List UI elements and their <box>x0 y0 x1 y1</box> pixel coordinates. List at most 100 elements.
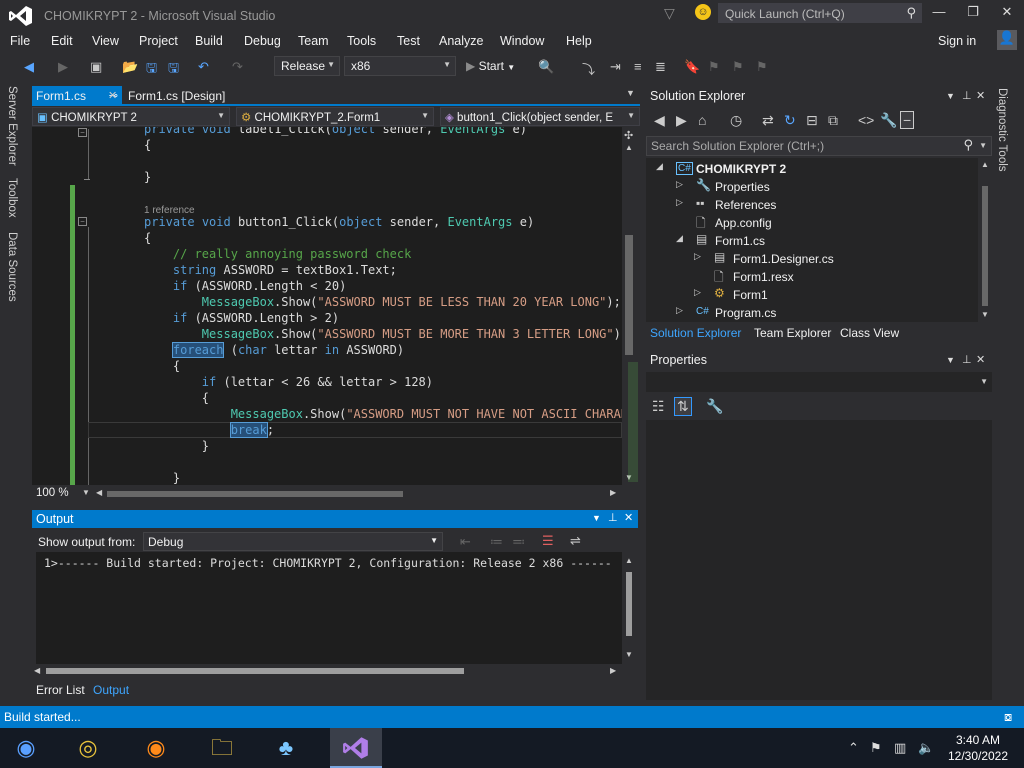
user-avatar-icon[interactable]: 👤 <box>997 30 1017 50</box>
next-bookmark-icon[interactable]: ⚑ <box>732 59 744 75</box>
tree-project-node[interactable]: ◢ C# CHOMIKRYPT 2 <box>646 160 976 178</box>
menu-team[interactable]: Team <box>298 34 329 48</box>
project-dropdown[interactable]: ▣ CHOMIKRYPT 2 ▼ <box>32 107 230 126</box>
output-source-dropdown[interactable]: Debug ▼ <box>143 532 443 551</box>
tab-solution-explorer[interactable]: Solution Explorer <box>650 326 741 340</box>
collapse-icon[interactable]: − <box>78 217 87 226</box>
open-file-icon[interactable]: 📂 <box>122 59 138 75</box>
tray-overflow-icon[interactable]: ⌃ <box>848 740 859 756</box>
back-icon[interactable]: ◀ <box>24 59 34 75</box>
toolbox-tab[interactable]: Toolbox <box>6 178 18 218</box>
prev-bookmark-icon[interactable]: ⚑ <box>708 59 720 75</box>
scroll-left-icon[interactable]: ◀ <box>96 488 102 497</box>
window-position-icon[interactable]: ▼ <box>946 91 955 101</box>
menu-test[interactable]: Test <box>397 34 420 48</box>
view-code-icon[interactable]: <> <box>858 112 874 128</box>
window-position-icon[interactable]: ▼ <box>592 513 601 523</box>
action-center-flag-icon[interactable]: ⚑ <box>870 740 882 756</box>
firefox-icon[interactable]: ◉ <box>138 732 174 764</box>
menu-view[interactable]: View <box>92 34 119 48</box>
scroll-down-icon[interactable]: ▼ <box>625 650 633 659</box>
back-icon[interactable]: ◀ <box>654 112 665 129</box>
save-all-icon[interactable]: 🖫 <box>168 59 179 81</box>
collapsed-icon[interactable]: ▷ <box>676 197 683 208</box>
find-in-files-icon[interactable]: 🔍 <box>538 59 554 75</box>
tree-item[interactable]: ▷ ⚙ Form1 <box>646 286 976 304</box>
menu-window[interactable]: Window <box>500 34 544 48</box>
close-icon[interactable]: ✕ <box>976 89 985 102</box>
tree-item[interactable]: 🗋 Form1.resx <box>646 268 976 286</box>
close-icon[interactable]: ✕ <box>624 511 633 524</box>
menu-help[interactable]: Help <box>566 34 592 48</box>
system-clock[interactable]: 3:40 AM 12/30/2022 <box>940 732 1016 764</box>
network-icon[interactable]: ▥ <box>894 740 906 756</box>
collapsed-icon[interactable]: ▷ <box>694 287 701 298</box>
network-app-icon[interactable]: ♣ <box>268 732 304 764</box>
pin-icon[interactable]: ⊥ <box>962 353 972 366</box>
redo-icon[interactable]: ↷ <box>232 59 243 75</box>
tree-item[interactable]: ◢ ▤ Form1.cs <box>646 232 976 250</box>
menu-edit[interactable]: Edit <box>51 34 73 48</box>
zoom-level[interactable]: 100 % <box>36 487 69 499</box>
forward-icon[interactable]: ▶ <box>676 112 687 129</box>
platform-dropdown[interactable]: x86 ▼ <box>344 56 456 76</box>
scroll-left-icon[interactable]: ◀ <box>34 666 40 675</box>
solution-search-box[interactable]: Search Solution Explorer (Ctrl+;) ⚲ ▼ <box>646 136 992 156</box>
expanded-icon[interactable]: ◢ <box>676 233 683 244</box>
output-vertical-scrollbar[interactable]: ▲ ▼ <box>622 552 636 664</box>
clear-all-icon[interactable]: ☰ <box>542 533 554 549</box>
scroll-thumb[interactable] <box>46 668 464 674</box>
start-windows-icon[interactable]: ◉ <box>8 732 44 764</box>
chrome-icon[interactable]: ◎ <box>70 732 106 764</box>
home-icon[interactable]: ⌂ <box>698 112 706 128</box>
sync-icon[interactable]: ⇄ <box>762 112 774 129</box>
class-dropdown[interactable]: ⚙ CHOMIKRYPT_2.Form1 ▼ <box>236 107 434 126</box>
close-icon[interactable]: ✕ <box>996 4 1018 22</box>
scroll-thumb[interactable] <box>982 186 988 306</box>
tab-error-list[interactable]: Error List <box>36 683 85 697</box>
close-tab-icon[interactable]: ✕ <box>108 89 117 102</box>
next-message-icon[interactable]: ≕ <box>512 534 525 550</box>
start-button[interactable]: ▶ Start ▼ <box>466 59 515 73</box>
quick-launch-box[interactable]: Quick Launch (Ctrl+Q) ⚲ <box>718 3 922 23</box>
notifications-icon[interactable]: ⧇ <box>1004 709 1012 725</box>
pin-icon[interactable]: ⊥ <box>962 89 972 102</box>
menu-file[interactable]: File <box>10 34 30 48</box>
chevron-down-icon[interactable]: ▼ <box>979 141 987 150</box>
show-all-files-icon[interactable]: ⧉ <box>828 112 838 129</box>
new-project-icon[interactable]: ▣ <box>90 59 102 75</box>
undo-icon[interactable]: ↶ <box>198 59 209 75</box>
alphabetical-icon[interactable]: ⇅ <box>674 397 692 416</box>
minimize-icon[interactable]: — <box>928 4 950 22</box>
tree-item[interactable]: ▷ ▪▪ References <box>646 196 976 214</box>
scroll-up-icon[interactable]: ▲ <box>625 556 633 565</box>
prev-message-icon[interactable]: ≔ <box>490 534 503 550</box>
solution-tree-scrollbar[interactable]: ▲ ▼ <box>978 158 992 322</box>
step-into-icon[interactable]: ⤵ <box>582 59 595 78</box>
comment-out-icon[interactable]: ≡ <box>634 59 642 74</box>
collapsed-icon[interactable]: ▷ <box>676 305 683 316</box>
data-sources-tab[interactable]: Data Sources <box>6 232 18 302</box>
feedback-smiley-icon[interactable]: ☺ <box>695 4 711 20</box>
member-dropdown[interactable]: ◈ button1_Click(object sender, E ▼ <box>440 107 640 126</box>
scroll-thumb[interactable] <box>626 572 632 636</box>
output-horizontal-scrollbar[interactable]: ◀ ▶ <box>32 664 622 678</box>
scroll-right-icon[interactable]: ▶ <box>610 488 616 497</box>
tab-overflow-icon[interactable]: ▼ <box>626 88 635 98</box>
volume-icon[interactable]: 🔈 <box>918 740 934 756</box>
menu-build[interactable]: Build <box>195 34 223 48</box>
tree-item[interactable]: 🗋 App.config <box>646 214 976 232</box>
expanded-icon[interactable]: ◢ <box>656 161 663 172</box>
tab-class-view[interactable]: Class View <box>840 326 899 340</box>
forward-icon[interactable]: ▶ <box>58 59 68 75</box>
tree-item[interactable]: ▷ ▤ Form1.Designer.cs <box>646 250 976 268</box>
tab-form1-design[interactable]: Form1.cs [Design] <box>124 86 229 106</box>
pin-icon[interactable]: ⊥ <box>608 511 618 524</box>
close-icon[interactable]: ✕ <box>976 353 985 366</box>
diagnostic-tools-tab[interactable]: Diagnostic Tools <box>996 88 1008 172</box>
configuration-dropdown[interactable]: Release ▼ <box>274 56 340 76</box>
collapse-all-icon[interactable]: ⊟ <box>806 112 818 129</box>
bookmark-icon[interactable]: 🔖 <box>684 59 700 75</box>
find-message-icon[interactable]: ⇤ <box>460 534 471 550</box>
visual-studio-taskbar-button[interactable] <box>330 728 382 768</box>
